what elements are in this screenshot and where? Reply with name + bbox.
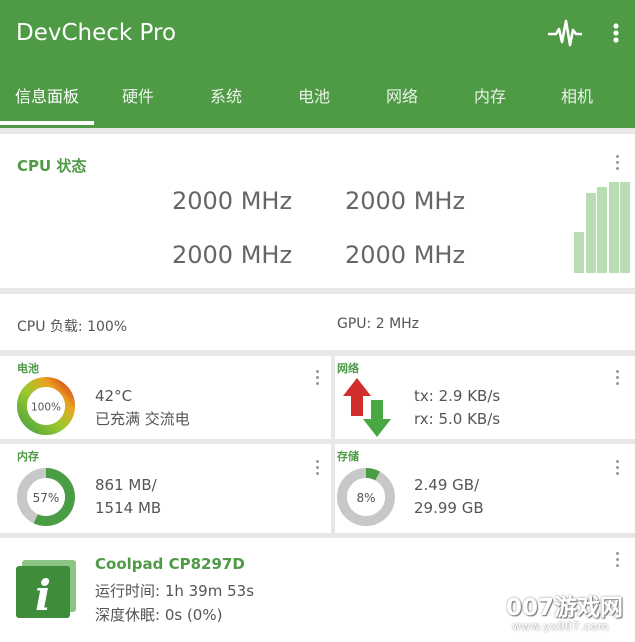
cpu-load-bar — [608, 182, 619, 273]
tab-dashboard[interactable]: 信息面板 — [2, 74, 92, 128]
tab-battery[interactable]: 电池 — [269, 74, 359, 128]
network-tx: tx: 2.9 KB/s — [414, 387, 501, 405]
svg-text:i: i — [35, 571, 51, 618]
battery-temp: 42°C — [95, 387, 133, 405]
cpu-core-0-freq: 2000 MHz — [172, 187, 293, 215]
device-deep-sleep: 深度休眠: 0s (0%) — [95, 606, 223, 624]
memory-title: 内存 — [17, 450, 39, 463]
cpu-core-1-freq: 2000 MHz — [345, 187, 466, 215]
device-card-menu-icon[interactable] — [613, 552, 621, 570]
device-info-icon: i — [16, 560, 76, 618]
cpu-card-menu-icon[interactable] — [613, 155, 621, 173]
watermark-main-text: 007游戏网 — [506, 595, 624, 621]
watermark: 007游戏网 www.yx007.com — [506, 588, 634, 638]
battery-percent-label: 100% — [31, 402, 61, 414]
cpu-load-bar — [574, 232, 584, 273]
cpu-status-card[interactable] — [0, 134, 635, 288]
pulse-icon[interactable] — [548, 17, 582, 49]
active-tab-indicator — [0, 121, 94, 125]
storage-card-menu-icon[interactable] — [613, 460, 621, 478]
tab-camera[interactable]: 相机 — [532, 74, 622, 128]
storage-gauge: 8% — [337, 468, 395, 526]
storage-total: 29.99 GB — [414, 499, 484, 517]
app-bar: DevCheck Pro 信息面板 硬件 系统 电池 网络 内存 相机 — [0, 0, 635, 128]
memory-total: 1514 MB — [95, 499, 162, 517]
network-card-menu-icon[interactable] — [613, 370, 621, 388]
cpu-load-text: CPU 负载: 100% — [17, 319, 128, 335]
storage-title: 存储 — [337, 450, 359, 463]
cpu-load-bar — [597, 187, 607, 273]
storage-used: 2.49 GB/ — [414, 476, 480, 494]
tab-network[interactable]: 网络 — [357, 74, 447, 128]
cpu-load-bars — [574, 182, 630, 273]
memory-percent-label: 57% — [33, 491, 60, 505]
cpu-load-bar — [585, 193, 596, 273]
device-name: Coolpad CP8297D — [95, 555, 245, 573]
tab-memory[interactable]: 内存 — [445, 74, 535, 128]
app-title: DevCheck Pro — [16, 20, 177, 46]
watermark-url: www.yx007.com — [512, 620, 609, 633]
network-traffic-icon — [343, 378, 391, 437]
tab-bar: 信息面板 硬件 系统 电池 网络 内存 相机 — [0, 74, 635, 128]
cpu-load-bar — [620, 182, 630, 273]
network-rx: rx: 5.0 KB/s — [414, 410, 501, 428]
cpu-status-title: CPU 状态 — [17, 157, 87, 175]
cpu-core-3-freq: 2000 MHz — [345, 241, 466, 269]
memory-card-menu-icon[interactable] — [313, 460, 321, 478]
memory-gauge: 57% — [17, 468, 75, 526]
battery-card-menu-icon[interactable] — [313, 370, 321, 388]
tab-hardware[interactable]: 硬件 — [93, 74, 183, 128]
device-uptime: 运行时间: 1h 39m 53s — [95, 582, 255, 600]
tab-system[interactable]: 系统 — [181, 74, 271, 128]
network-title: 网络 — [337, 362, 359, 375]
battery-gauge: 100% — [17, 377, 75, 435]
gpu-freq-text: GPU: 2 MHz — [337, 316, 420, 332]
storage-percent-label: 8% — [356, 491, 375, 505]
cpu-core-2-freq: 2000 MHz — [172, 241, 293, 269]
memory-used: 861 MB/ — [95, 476, 157, 494]
more-vert-icon[interactable] — [606, 20, 626, 48]
battery-status: 已充满 交流电 — [95, 410, 190, 428]
battery-title: 电池 — [17, 362, 39, 375]
